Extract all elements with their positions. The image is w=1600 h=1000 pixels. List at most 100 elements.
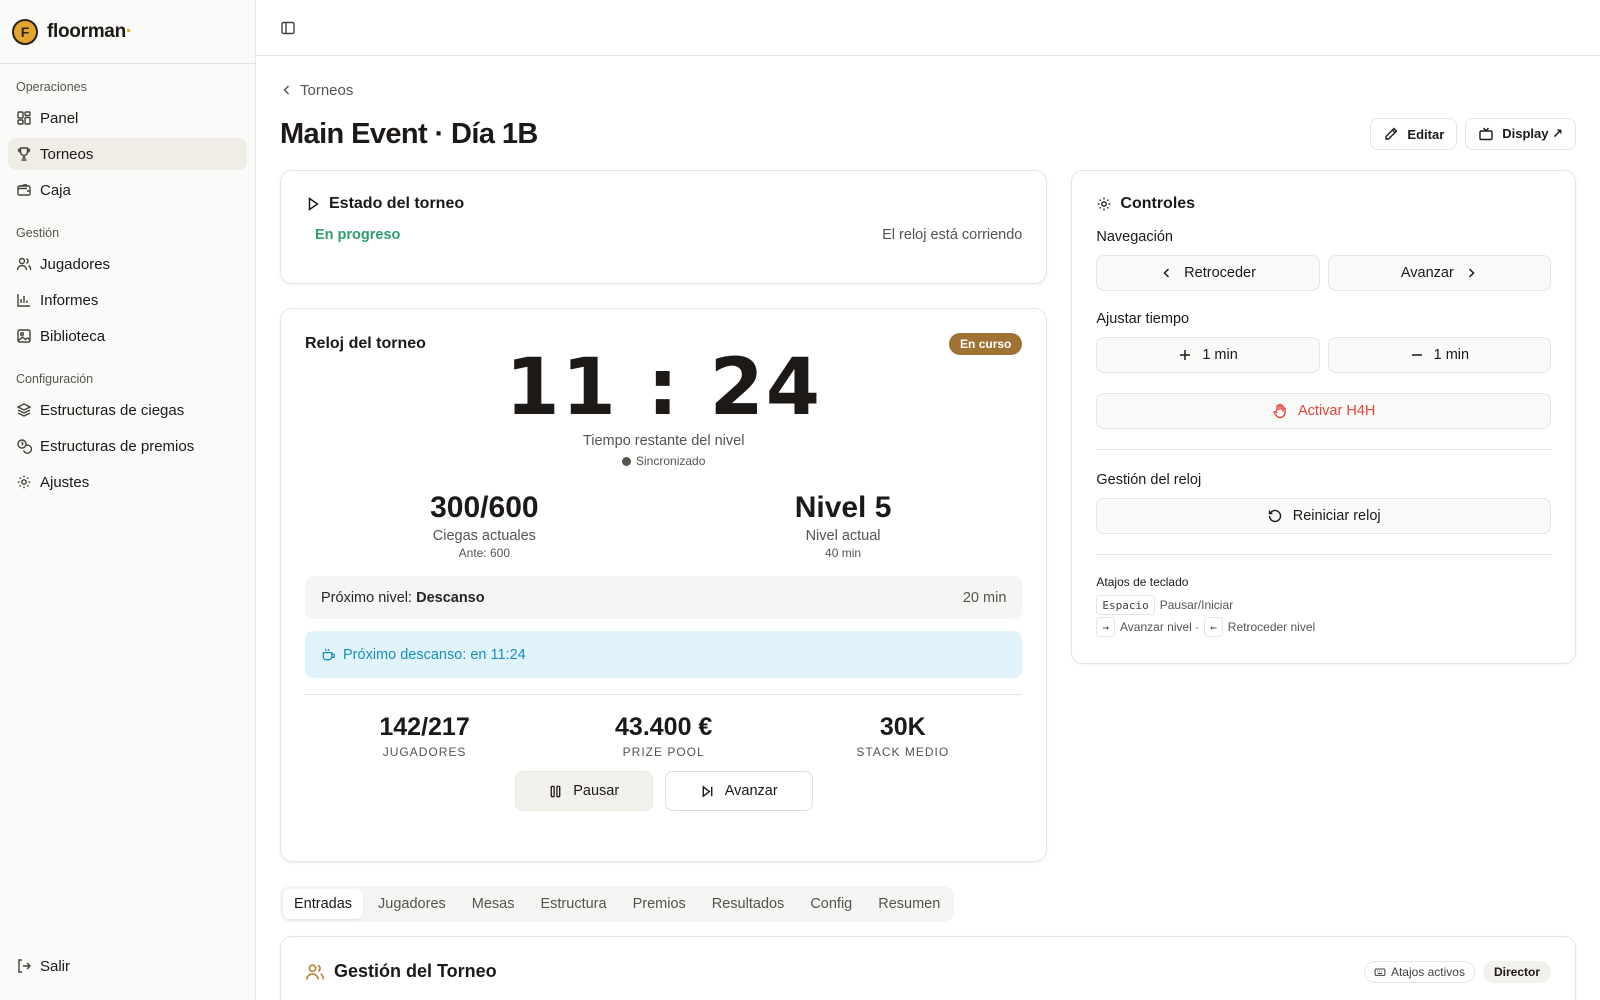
nav-heading: Operaciones: [16, 80, 87, 94]
topbar: [256, 0, 1600, 56]
back-level-button[interactable]: Retroceder: [1096, 255, 1320, 291]
coins-icon: [16, 438, 32, 454]
sync-label: Sincronizado: [636, 454, 706, 468]
status-row: En progreso El reloj está corriendo: [305, 227, 1022, 243]
tab-resumen[interactable]: Resumen: [867, 889, 951, 919]
brand[interactable]: F floorman·: [0, 0, 255, 64]
key-right-arrow: →: [1096, 617, 1116, 637]
status-title: Estado del torneo: [329, 195, 465, 212]
clock-actions: Pausar Avanzar: [305, 771, 1022, 811]
breadcrumb[interactable]: Torneos: [280, 72, 353, 108]
divider: [1096, 449, 1551, 450]
tab-mesas[interactable]: Mesas: [461, 889, 526, 919]
users-icon: [305, 962, 325, 982]
chevron-right-icon: [1464, 266, 1478, 280]
subtract-minute-button[interactable]: 1 min: [1327, 337, 1552, 373]
role-badge: Director: [1482, 961, 1551, 983]
blinds-value: 300/600: [430, 491, 539, 524]
shortcuts-active-badge: Atajos activos: [1363, 961, 1475, 983]
sidebar-item-torneos[interactable]: Torneos: [8, 138, 247, 170]
layers-icon: [16, 402, 32, 418]
sidebar-item-estructuras-ciegas[interactable]: Estructuras de ciegas: [8, 394, 247, 426]
sidebar-item-label: Estructuras de premios: [40, 437, 195, 455]
plus-icon: [1178, 348, 1192, 362]
advance-button[interactable]: Avanzar: [664, 771, 813, 811]
wallet-icon: [16, 182, 32, 198]
players-value: 142/217: [379, 713, 470, 741]
sidebar-item-label: Estructuras de ciegas: [40, 401, 185, 419]
next-break-text: Próximo descanso: en 11:24: [343, 646, 526, 663]
sidebar-toggle-button[interactable]: [274, 14, 302, 42]
tab-estructura[interactable]: Estructura: [529, 889, 617, 919]
app-window: F floorman· Operaciones Panel Torneos Ca…: [0, 0, 1600, 1000]
sidebar-item-ajustes[interactable]: Ajustes: [8, 466, 247, 498]
shortcuts-title: Atajos de teclado: [1096, 575, 1189, 589]
sidebar-item-panel[interactable]: Panel: [8, 102, 247, 134]
sidebar-item-informes[interactable]: Informes: [8, 284, 247, 316]
next-level-duration: 20 min: [962, 589, 1007, 606]
tournament-status-card: Estado del torneo En progreso El reloj e…: [280, 170, 1048, 284]
sidebar-item-estructuras-premios[interactable]: Estructuras de premios: [8, 430, 247, 462]
tv-icon: [1478, 126, 1494, 142]
tournament-tabs: Entradas Jugadores Mesas Estructura Prem…: [280, 886, 955, 922]
sidebar-item-jugadores[interactable]: Jugadores: [8, 248, 247, 280]
next-level-name: Descanso: [416, 589, 485, 606]
tab-config[interactable]: Config: [799, 889, 863, 919]
nav-group-configuracion: Configuración Estructuras de ciegas Estr…: [0, 356, 255, 502]
tab-jugadores[interactable]: Jugadores: [367, 889, 457, 919]
divider: [305, 694, 1023, 695]
sidebar-item-label: Panel: [40, 109, 79, 127]
right-column: Controles Navegación Retroceder Avanzar: [1071, 170, 1576, 862]
nav-heading: Configuración: [16, 372, 94, 386]
gear-icon: [16, 474, 32, 490]
image-icon: [16, 328, 32, 344]
clock-time: 11 : 24: [505, 343, 822, 433]
sidebar-item-label: Informes: [40, 291, 99, 309]
level-value: Nivel 5: [794, 491, 892, 524]
tab-resultados[interactable]: Resultados: [701, 889, 796, 919]
pause-button[interactable]: Pausar: [514, 771, 653, 811]
management-title: Gestión del Torneo: [305, 961, 497, 982]
status-state: En progreso: [315, 227, 401, 243]
logout-button[interactable]: Salir: [8, 950, 247, 982]
reset-clock-button[interactable]: Reiniciar reloj: [1096, 498, 1551, 534]
controls-title: Controles: [1096, 195, 1551, 213]
players-stat: 142/217 Jugadores: [305, 713, 544, 759]
breadcrumb-label: Torneos: [300, 81, 354, 99]
shortcut-space: Espacio Pausar/Iniciar: [1096, 595, 1551, 615]
activate-h4h-button[interactable]: Activar H4H: [1096, 393, 1551, 429]
players-label: Jugadores: [382, 745, 467, 759]
brand-name: floorman·: [47, 20, 132, 42]
sidebar-item-caja[interactable]: Caja: [8, 174, 247, 206]
forward-level-label: Avanzar: [1400, 265, 1454, 281]
page-header: Main Event · Día 1B Editar Display ↗: [280, 110, 1576, 158]
main-area: Torneos Main Event · Día 1B Editar Displ…: [256, 0, 1600, 1000]
tab-entradas[interactable]: Entradas: [283, 889, 364, 919]
nav-group-gestion: Gestión Jugadores Informes Biblioteca: [0, 210, 255, 356]
edit-button[interactable]: Editar: [1370, 118, 1458, 150]
next-break-banner: Próximo descanso: en 11:24: [305, 631, 1023, 678]
shortcuts-active-label: Atajos activos: [1390, 965, 1465, 979]
blinds-stat: 300/600 Ciegas actuales Ante: 600: [305, 491, 664, 561]
brand-logo: F: [12, 18, 38, 45]
tab-premios[interactable]: Premios: [622, 889, 697, 919]
back-level-label: Retroceder: [1184, 265, 1256, 281]
display-button[interactable]: Display ↗: [1465, 118, 1576, 150]
status-badge: En curso: [949, 333, 1023, 355]
add-minute-button[interactable]: 1 min: [1096, 337, 1320, 373]
add-minute-label: 1 min: [1202, 347, 1238, 363]
controls-card: Controles Navegación Retroceder Avanzar: [1071, 170, 1576, 664]
forward-level-button[interactable]: Avanzar: [1327, 255, 1552, 291]
page-title: Main Event · Día 1B: [280, 117, 538, 150]
sidebar-item-biblioteca[interactable]: Biblioteca: [8, 320, 247, 352]
prize-pool-label: Prize Pool: [622, 745, 705, 759]
page-content: Torneos Main Event · Día 1B Editar Displ…: [256, 72, 1600, 1000]
gear-icon: [1096, 196, 1112, 212]
controls-title-text: Controles: [1120, 195, 1196, 212]
tournament-clock-card: Reloj del torneo En curso 11 : 24 Tiempo…: [280, 308, 1048, 862]
chevron-left-icon: [280, 83, 294, 97]
sidebar-item-label: Ajustes: [40, 473, 90, 491]
navigation-label: Navegación: [1096, 229, 1173, 245]
navigation-buttons: Retroceder Avanzar: [1096, 255, 1552, 291]
display-label: Display ↗: [1502, 126, 1563, 141]
